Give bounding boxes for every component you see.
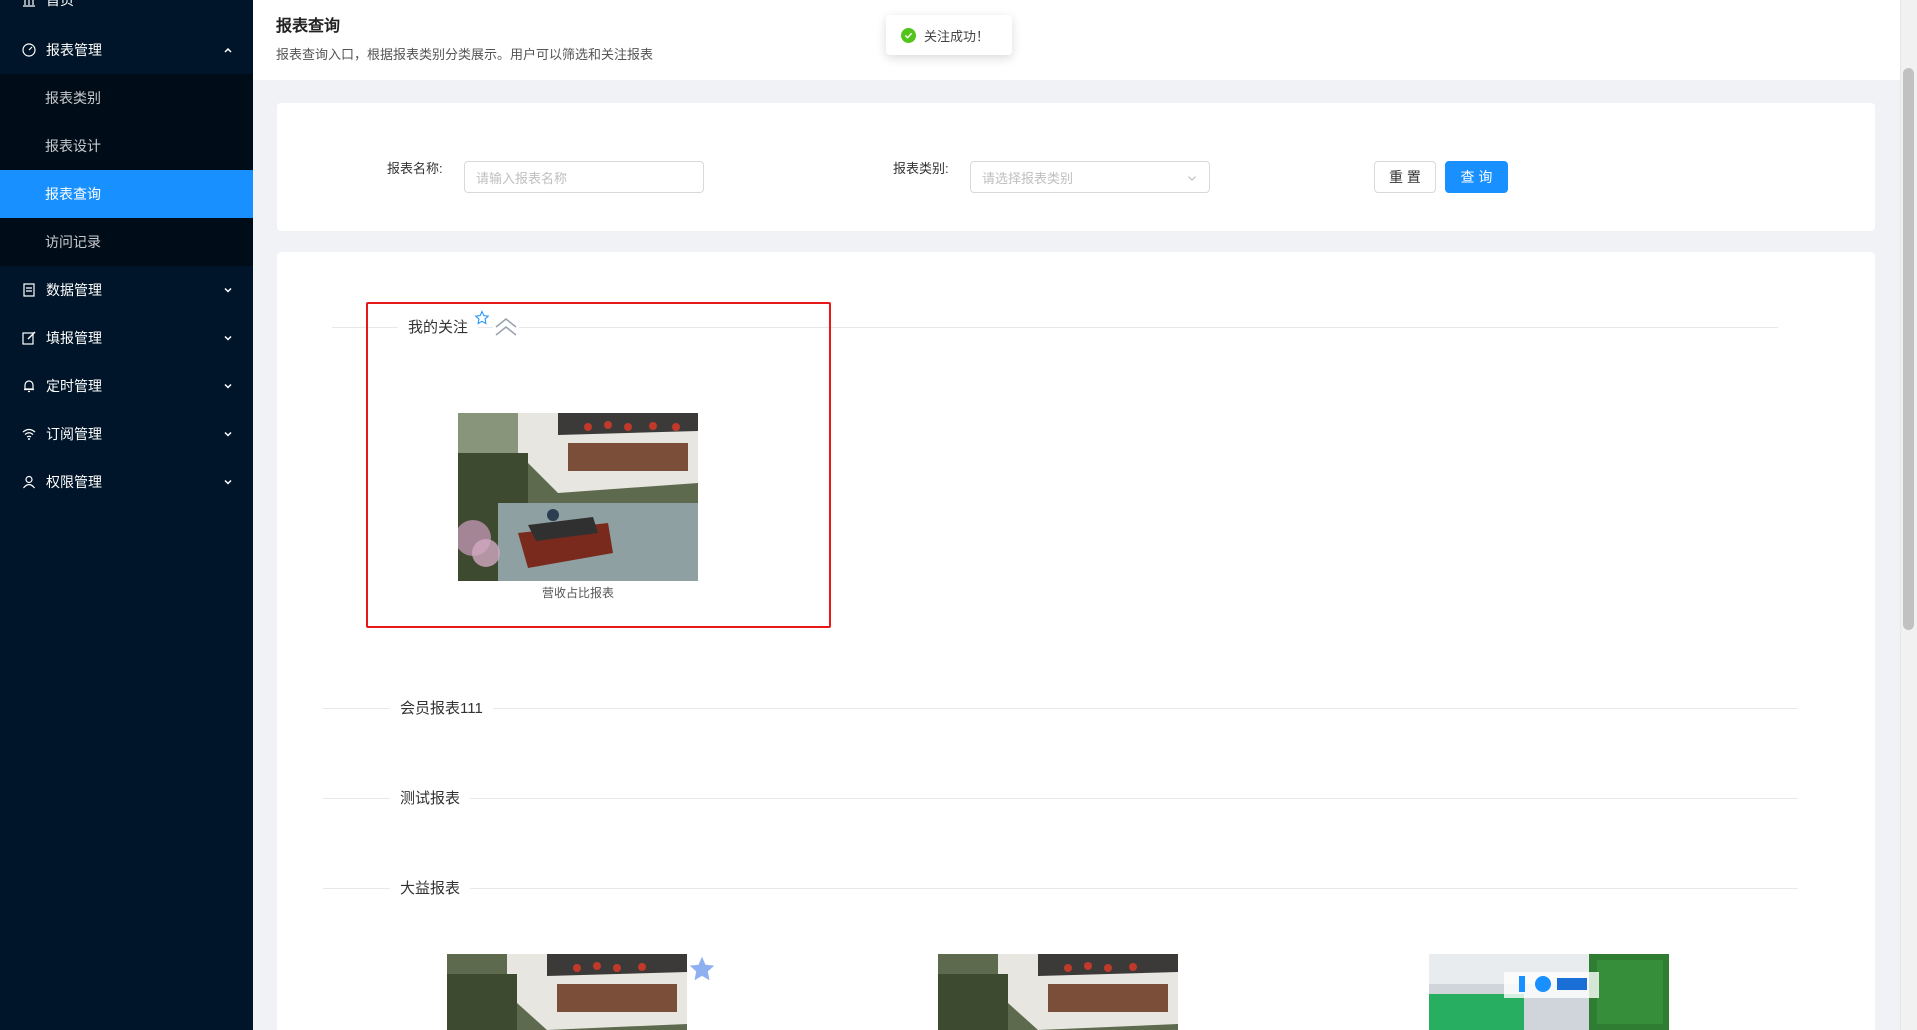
canal-photo-image	[447, 954, 687, 1030]
report-category-select[interactable]: 请选择报表类别	[970, 161, 1210, 193]
query-button[interactable]: 查 询	[1445, 161, 1508, 193]
submenu-item-label: 报表查询	[45, 186, 101, 202]
page-header: 报表查询 报表查询入口，根据报表类别分类展示。用户可以筛选和关注报表	[253, 0, 1900, 80]
chevron-up-icon	[224, 47, 232, 53]
vertical-scrollbar[interactable]	[1900, 0, 1917, 1030]
chevron-down-icon	[1188, 176, 1196, 181]
report-thumbnail[interactable]	[447, 954, 687, 1030]
section-divider	[323, 888, 1798, 889]
menu-data-management-label: 数据管理	[46, 282, 102, 298]
menu-subscription-management-label: 订阅管理	[46, 426, 102, 442]
report-name-placeholder: 请输入报表名称	[476, 170, 568, 186]
success-toast: 关注成功！	[886, 15, 1012, 55]
section-title-dayi-reports: 大益报表	[390, 877, 471, 898]
chevron-down-icon	[224, 431, 232, 437]
menu-permission-management-label: 权限管理	[46, 474, 102, 490]
menu-subscription-management[interactable]: 订阅管理	[0, 410, 253, 458]
menu-schedule-management-label: 定时管理	[46, 378, 102, 394]
toast-text: 关注成功！	[924, 28, 990, 44]
report-name-input[interactable]: 请输入报表名称	[464, 161, 704, 193]
report-thumbnail[interactable]	[458, 413, 698, 581]
report-thumbnail[interactable]	[1429, 954, 1669, 1030]
menu-schedule-management[interactable]: 定时管理	[0, 362, 253, 410]
submenu-item-access-log[interactable]: 访问记录	[0, 218, 253, 266]
bank-icon	[22, 0, 36, 7]
menu-data-management[interactable]: 数据管理	[0, 266, 253, 314]
page-title: 报表查询	[276, 18, 341, 35]
reset-button[interactable]: 重 置	[1374, 161, 1436, 193]
report-caption[interactable]: 营收占比报表	[458, 584, 698, 601]
filter-panel: 报表名称: 请输入报表名称 报表类别: 请选择报表类别 重 置 查 询	[277, 103, 1875, 231]
submenu-item-label: 访问记录	[45, 234, 101, 250]
canal-photo-image	[458, 413, 698, 581]
chevron-down-icon	[224, 383, 232, 389]
section-title-test-reports: 测试报表	[390, 787, 471, 808]
chevron-down-icon	[224, 287, 232, 293]
star-filled-icon[interactable]	[688, 955, 716, 983]
menu-fill-management-label: 填报管理	[46, 330, 102, 346]
page-description: 报表查询入口，根据报表类别分类展示。用户可以筛选和关注报表	[276, 47, 654, 62]
submenu-item-label: 报表类别	[45, 90, 101, 106]
report-category-label: 报表类别:	[893, 160, 949, 176]
dashboard-icon	[22, 43, 36, 57]
canal-photo-image	[938, 954, 1178, 1030]
submenu-item-label: 报表设计	[45, 138, 101, 154]
menu-permission-management[interactable]: 权限管理	[0, 458, 253, 506]
section-title-member-reports: 会员报表111	[390, 697, 493, 718]
edit-icon	[22, 331, 36, 345]
check-circle-icon	[901, 27, 916, 43]
chevron-down-icon	[224, 479, 232, 485]
sidebar: 首页 报表管理 报表类别 报表设计 报表查询 访问记录 数据管理 填报管理 定时…	[0, 0, 253, 1030]
submenu-item-report-query[interactable]: 报表查询	[0, 170, 253, 218]
menu-home-label: 首页	[46, 0, 74, 8]
section-divider	[323, 798, 1798, 799]
user-icon	[22, 475, 36, 489]
chevron-down-icon	[224, 335, 232, 341]
list-icon	[22, 283, 36, 297]
submenu-report-management: 报表类别 报表设计 报表查询 访问记录	[0, 74, 253, 266]
submenu-item-report-design[interactable]: 报表设计	[0, 122, 253, 170]
bell-icon	[22, 379, 36, 393]
menu-home[interactable]: 首页	[0, 0, 253, 24]
scrollbar-thumb[interactable]	[1903, 68, 1914, 630]
report-thumbnail[interactable]	[938, 954, 1178, 1030]
menu-report-management[interactable]: 报表管理	[0, 26, 253, 74]
wifi-icon	[22, 427, 36, 441]
submenu-item-report-category[interactable]: 报表类别	[0, 74, 253, 122]
menu-report-management-label: 报表管理	[46, 42, 102, 58]
report-category-placeholder: 请选择报表类别	[982, 170, 1074, 186]
section-divider	[323, 708, 1798, 709]
menu-fill-management[interactable]: 填报管理	[0, 314, 253, 362]
office-wall-photo-image	[1429, 954, 1669, 1030]
report-name-label: 报表名称:	[387, 160, 443, 176]
